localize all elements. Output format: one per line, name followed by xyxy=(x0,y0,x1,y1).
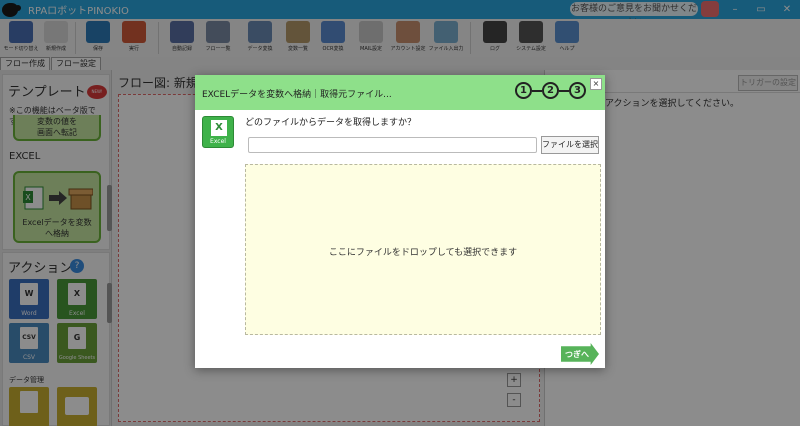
excel-icon: X Excel xyxy=(202,116,234,148)
dialog-close-button[interactable]: × xyxy=(590,78,602,90)
next-button-label: つぎへ xyxy=(565,350,589,359)
next-button[interactable]: つぎへ xyxy=(561,343,599,365)
step-connector xyxy=(559,90,569,92)
file-drop-zone[interactable]: ここにファイルをドロップしても選択できます xyxy=(245,164,601,335)
file-source-dialog: EXCELデータを変数へ格納｜取得元ファイル... 1 2 3 × X Exce… xyxy=(195,75,605,368)
dialog-header: EXCELデータを変数へ格納｜取得元ファイル... 1 2 3 × xyxy=(195,75,605,110)
step-3-indicator: 3 xyxy=(569,82,586,99)
dialog-question: どのファイルからデータを取得しますか？ xyxy=(245,118,417,128)
step-1-indicator: 1 xyxy=(515,82,532,99)
excel-icon-label: Excel xyxy=(210,138,226,145)
file-path-input[interactable] xyxy=(248,137,537,153)
step-2-indicator: 2 xyxy=(542,82,559,99)
excel-x-glyph: X xyxy=(211,120,227,136)
step-connector xyxy=(532,90,542,92)
choose-file-button[interactable]: ファイルを選択 xyxy=(541,136,599,154)
drop-zone-text: ここにファイルをドロップしても選択できます xyxy=(328,248,518,258)
dialog-title: EXCELデータを変数へ格納｜取得元ファイル... xyxy=(202,90,392,100)
